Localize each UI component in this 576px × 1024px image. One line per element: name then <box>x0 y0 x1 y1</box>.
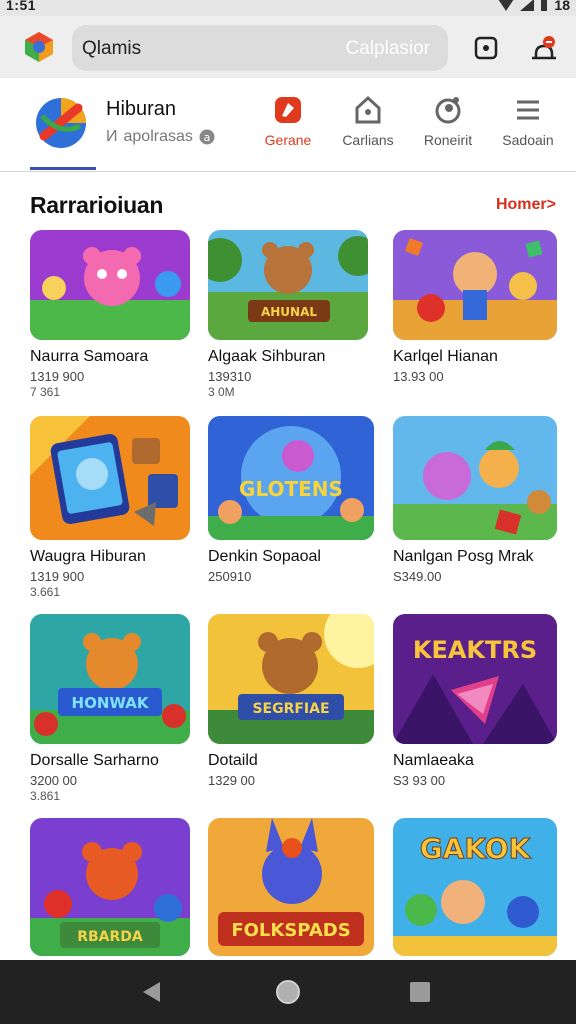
info-icon[interactable]: a <box>199 129 215 145</box>
cast-icon[interactable] <box>472 34 500 62</box>
app-name: Namlaeaka <box>393 752 474 769</box>
banner-text: HONWAK <box>72 694 150 712</box>
banner-text: AHUNAL <box>261 305 317 319</box>
app-name: Algaak Sihburan <box>208 348 326 365</box>
nav-label: Gerane <box>264 132 312 148</box>
app-card[interactable]: SEGRFIAE Dotaild 1329 00 <box>208 614 376 789</box>
menu-icon <box>517 100 539 120</box>
search-value: Qlamis <box>82 38 142 59</box>
app-name: Dotaild <box>208 752 258 769</box>
banner-text: KEAKTRS <box>413 636 537 664</box>
banner-text: RBARDA <box>77 929 143 945</box>
app-card[interactable]: Nanlgan Posg Mrak S349.00 <box>393 416 561 585</box>
home-button-icon[interactable] <box>274 978 302 1006</box>
app-name: Nanlgan Posg Mrak <box>393 548 534 565</box>
app-card[interactable]: FOLKSPADS <box>208 818 376 956</box>
app-thumbnail: KEAKTRS <box>393 614 557 744</box>
app-price: 250910 <box>208 569 252 584</box>
app-name: Karlqel Hianan <box>393 348 498 365</box>
app-price: 1319 900 <box>30 369 85 384</box>
app-logo-icon[interactable] <box>34 96 88 150</box>
gamepad-icon <box>275 97 301 123</box>
app-price: 13.93 00 <box>393 369 444 384</box>
nav-tab-sadoain[interactable]: Sadoain <box>490 94 566 148</box>
search-input[interactable]: Qlamis Calplasior <box>72 25 448 71</box>
status-bar: 1:51 18 <box>0 0 576 16</box>
back-icon[interactable] <box>138 978 166 1006</box>
banner-text: GLOTENS <box>239 477 343 501</box>
app-price: 1329 00 <box>208 773 255 788</box>
nav-tab-gerane[interactable]: Gerane <box>250 94 326 148</box>
app-card[interactable]: Waugra Hiburan 1319 900 3.661 <box>30 416 198 599</box>
app-thumbnail: SEGRFIAE <box>208 614 374 744</box>
banner-text: GAKOK <box>420 832 532 865</box>
app-subtitle: И apolrasas a <box>106 128 215 146</box>
banner-text: SEGRFIAE <box>252 701 329 717</box>
app-thumbnail: HONWAK <box>30 614 190 744</box>
app-card[interactable]: Naurra Samoara 1319 900 7 361 <box>30 230 198 399</box>
app-card[interactable]: RBARDA <box>30 818 198 956</box>
app-thumbnail <box>30 230 190 340</box>
nav-label: Sadoain <box>502 132 554 148</box>
app-downloads: 3 0M <box>208 385 235 399</box>
profile-icon <box>435 97 461 124</box>
nav-label: Roneirit <box>423 132 473 148</box>
app-thumbnail: FOLKSPADS <box>208 818 374 956</box>
app-card[interactable]: HONWAK Dorsalle Sarharno 3200 00 3.861 <box>30 614 198 803</box>
notification-icon[interactable] <box>530 34 558 62</box>
app-card[interactable]: GAKOK <box>393 818 561 956</box>
status-time: 1:51 <box>6 0 37 13</box>
app-name: Naurra Samoara <box>30 348 149 365</box>
app-thumbnail: AHUNAL <box>208 230 368 340</box>
see-more-link[interactable]: Homer> <box>496 196 556 214</box>
section-title: Rarrarioiuan <box>30 192 164 218</box>
signal-icon <box>520 0 535 11</box>
wifi-icon <box>499 0 514 11</box>
status-icons: 18 <box>498 0 570 13</box>
app-downloads: 3.861 <box>30 789 61 803</box>
battery-icon <box>541 0 548 11</box>
app-price: S3 93 00 <box>393 773 446 788</box>
app-thumbnail <box>30 416 190 540</box>
home-icon <box>355 95 381 124</box>
app-name: Denkin Sopaoal <box>208 548 321 565</box>
app-downloads: 7 361 <box>30 385 61 399</box>
top-toolbar: Qlamis Calplasior <box>0 16 576 78</box>
nav-tab-roneirit[interactable]: Roneirit <box>410 94 486 148</box>
system-nav-bar <box>0 960 576 1024</box>
app-name: Waugra Hiburan <box>30 548 146 565</box>
app-card[interactable]: AHUNAL Algaak Sihburan 139310 3 0M <box>208 230 376 399</box>
nav-tab-carlians[interactable]: Carlians <box>330 94 406 148</box>
app-name: Dorsalle Sarharno <box>30 752 159 769</box>
app-downloads: 3.661 <box>30 585 61 599</box>
app-card[interactable]: KEAKTRS Namlaeaka S3 93 00 <box>393 614 561 789</box>
search-placeholder: Calplasior <box>345 38 430 59</box>
app-thumbnail <box>393 230 557 340</box>
svg-text:a: a <box>204 131 211 144</box>
app-thumbnail: GAKOK <box>393 818 557 956</box>
status-extra: 18 <box>554 0 570 13</box>
app-price: S349.00 <box>393 569 442 584</box>
store-logo-icon[interactable] <box>22 30 56 64</box>
header-active-indicator <box>30 167 96 170</box>
recents-icon[interactable] <box>406 978 434 1006</box>
app-title: Hiburan <box>106 98 177 120</box>
nav-label: Carlians <box>342 132 394 148</box>
app-card[interactable]: Karlqel Hianan 13.93 00 <box>393 230 561 385</box>
subtitle-text: apolrasas <box>123 128 193 145</box>
app-card[interactable]: GLOTENS Denkin Sopaoal 250910 <box>208 416 376 585</box>
app-thumbnail: RBARDA <box>30 818 190 956</box>
app-header: Hiburan И apolrasas a Gerane Carlians Ro… <box>0 78 576 172</box>
app-thumbnail: GLOTENS <box>208 416 374 540</box>
app-price: 139310 <box>208 369 252 384</box>
app-thumbnail <box>393 416 557 540</box>
banner-text: FOLKSPADS <box>231 920 350 941</box>
subtitle-prefix: И <box>106 128 118 145</box>
app-price: 1319 900 <box>30 569 85 584</box>
app-price: 3200 00 <box>30 773 77 788</box>
